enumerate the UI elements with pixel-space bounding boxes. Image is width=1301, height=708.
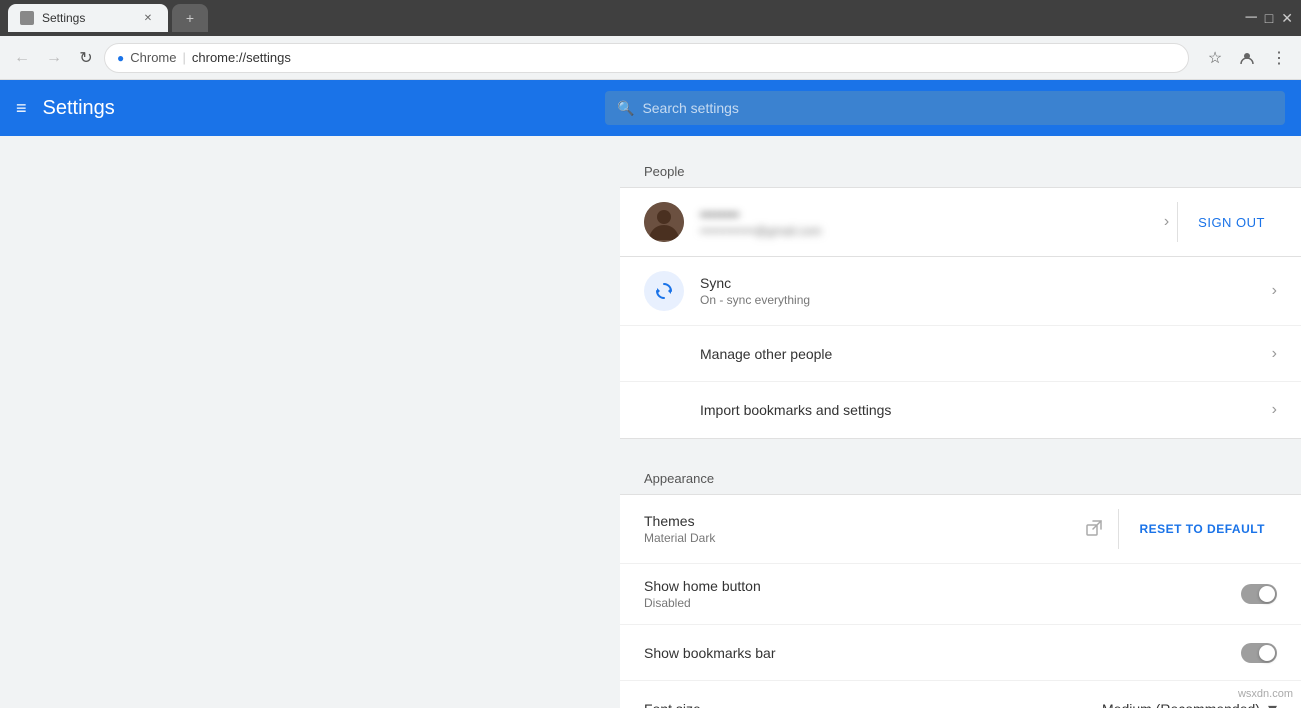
close-window-button[interactable]: ✕ (1281, 10, 1293, 27)
left-panel (0, 136, 620, 708)
address-separator: | (183, 50, 186, 65)
profile-button[interactable] (1233, 44, 1261, 72)
browser-name: Chrome (130, 50, 176, 65)
browser-frame: Settings ✕ + ─ □ ✕ ← → ↻ ● Chrome | chro… (0, 0, 1301, 708)
themes-info: Themes Material Dark (644, 513, 1086, 545)
user-name: •••••••• (700, 206, 1156, 222)
sync-chevron: › (1272, 282, 1277, 300)
bookmarks-bar-toggle[interactable] (1241, 643, 1277, 663)
user-row-chevron: › (1164, 213, 1169, 231)
nav-bar: ← → ↻ ● Chrome | chrome://settings ☆ ⋮ (0, 36, 1301, 80)
import-title: Import bookmarks and settings (700, 402, 1264, 418)
manage-people-title: Manage other people (700, 346, 1264, 362)
home-button-row[interactable]: Show home button Disabled (620, 564, 1301, 625)
themes-subtitle: Material Dark (644, 531, 1086, 545)
appearance-section-label: Appearance (620, 463, 1301, 494)
forward-button[interactable]: → (40, 44, 68, 72)
settings-page: ≡ Settings 🔍 Search settings People (0, 80, 1301, 708)
sync-subtitle: On - sync everything (700, 293, 1264, 307)
active-tab[interactable]: Settings ✕ (8, 4, 168, 32)
new-tab-button[interactable]: + (172, 4, 208, 32)
settings-header: ≡ Settings 🔍 Search settings (0, 80, 1301, 136)
home-button-subtitle: Disabled (644, 596, 1241, 610)
bookmarks-bar-row[interactable]: Show bookmarks bar (620, 625, 1301, 681)
section-gap (620, 439, 1301, 463)
user-profile-row[interactable]: •••••••• •••••••••••••@gmail.com › SIGN … (620, 188, 1301, 257)
divider (1118, 509, 1119, 549)
manage-people-row[interactable]: Manage other people › (620, 326, 1301, 382)
search-bar[interactable]: 🔍 Search settings (605, 91, 1285, 125)
sync-info: Sync On - sync everything (700, 275, 1264, 307)
manage-chevron: › (1272, 345, 1277, 363)
font-size-value: Medium (Recommended) (1102, 701, 1260, 708)
minimize-button[interactable]: ─ (1245, 9, 1256, 27)
external-link-icon (1086, 520, 1102, 539)
themes-title: Themes (644, 513, 1086, 529)
font-size-info: Font size (644, 701, 1102, 708)
hamburger-menu-icon[interactable]: ≡ (16, 98, 27, 119)
page-title: Settings (43, 97, 115, 120)
sync-title: Sync (700, 275, 1264, 291)
tab-close-button[interactable]: ✕ (140, 10, 156, 26)
import-bookmarks-row[interactable]: Import bookmarks and settings › (620, 382, 1301, 438)
bookmarks-bar-info: Show bookmarks bar (644, 645, 1241, 661)
bookmarks-bar-title: Show bookmarks bar (644, 645, 1241, 661)
user-info: •••••••• •••••••••••••@gmail.com (700, 206, 1156, 238)
sign-out-button[interactable]: SIGN OUT (1186, 207, 1277, 238)
search-input[interactable]: Search settings (642, 100, 739, 116)
search-icon: 🔍 (617, 100, 634, 117)
sync-row[interactable]: Sync On - sync everything › (620, 257, 1301, 326)
import-chevron: › (1272, 401, 1277, 419)
user-avatar (644, 202, 684, 242)
appearance-card: Themes Material Dark RESET TO DEFAULT (620, 494, 1301, 708)
font-size-row[interactable]: Font size Medium (Recommended) ▾ (620, 681, 1301, 708)
manage-people-info: Manage other people (644, 346, 1264, 362)
reset-to-default-button[interactable]: RESET TO DEFAULT (1127, 514, 1277, 544)
tab-favicon (20, 11, 34, 25)
menu-button[interactable]: ⋮ (1265, 44, 1293, 72)
import-info: Import bookmarks and settings (644, 402, 1264, 418)
font-size-title: Font size (644, 701, 1102, 708)
watermark: wsxdn.com (1238, 688, 1293, 700)
maximize-button[interactable]: □ (1265, 10, 1273, 26)
refresh-button[interactable]: ↻ (72, 44, 100, 72)
bookmarks-button[interactable]: ☆ (1201, 44, 1229, 72)
title-bar: Settings ✕ + ─ □ ✕ (0, 0, 1301, 36)
user-email: •••••••••••••@gmail.com (700, 224, 1156, 238)
home-button-title: Show home button (644, 578, 1241, 594)
tab-title: Settings (42, 11, 85, 25)
settings-content: People •••••••• •••• (0, 136, 1301, 708)
address-bar[interactable]: ● Chrome | chrome://settings (104, 43, 1189, 73)
themes-row[interactable]: Themes Material Dark RESET TO DEFAULT (620, 495, 1301, 564)
home-button-toggle[interactable] (1241, 584, 1277, 604)
people-card: •••••••• •••••••••••••@gmail.com › SIGN … (620, 187, 1301, 439)
people-section-label: People (620, 156, 1301, 187)
sync-icon-container (644, 271, 684, 311)
right-panel: People •••••••• •••• (620, 136, 1301, 708)
home-button-info: Show home button Disabled (644, 578, 1241, 610)
back-button[interactable]: ← (8, 44, 36, 72)
url-text: chrome://settings (192, 50, 291, 65)
secure-icon: ● (117, 51, 124, 65)
